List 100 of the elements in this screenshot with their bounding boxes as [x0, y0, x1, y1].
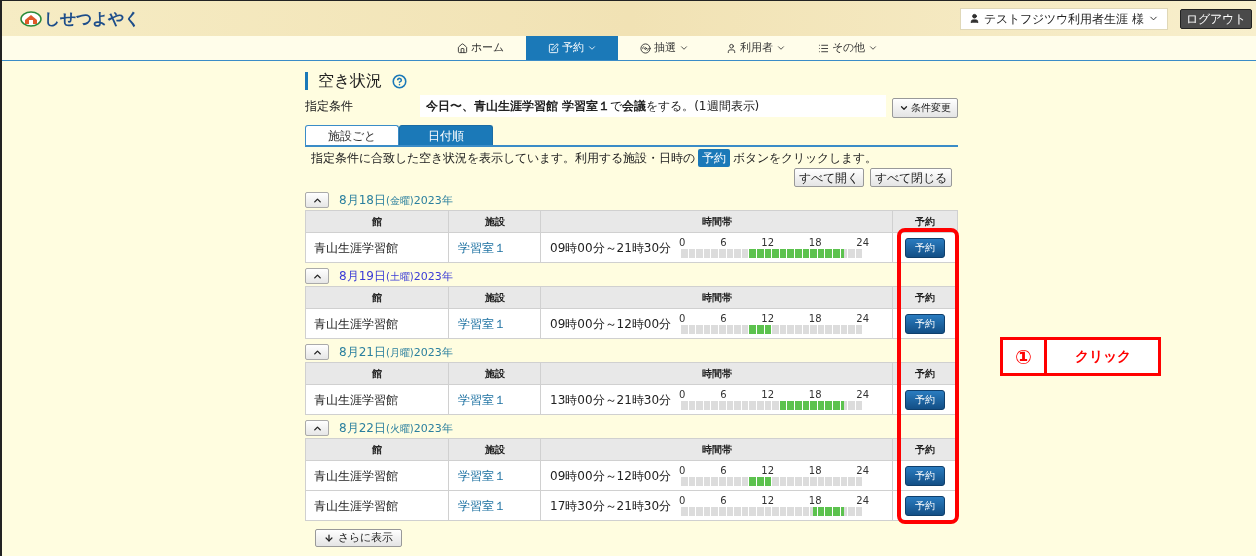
column-header: 予約	[892, 362, 958, 385]
column-header: 施設	[448, 286, 541, 309]
hour-tick-label: 6	[720, 237, 727, 248]
hour-tick-label: 18	[808, 313, 822, 324]
date-heading: 8月22日(火曜)2023年	[339, 419, 453, 437]
column-header: 予約	[892, 210, 958, 233]
hall-cell: 青山生涯学習館	[305, 384, 449, 415]
view-tab[interactable]: 施設ごと	[305, 125, 399, 145]
hour-tick-label: 0	[679, 495, 686, 506]
hour-tick-label: 18	[808, 465, 822, 476]
edit-icon	[547, 42, 559, 54]
collapse-all-button[interactable]: すべて閉じる	[870, 168, 952, 187]
step-number: ①	[1000, 337, 1047, 376]
user-icon	[969, 13, 981, 24]
user-menu[interactable]: テストフジツウ利用者生涯 様	[960, 7, 1168, 30]
hall-cell: 青山生涯学習館	[305, 232, 449, 263]
hour-tick-label: 24	[856, 389, 870, 400]
page-title: 空き状況	[318, 70, 382, 92]
column-header: 時間帯	[540, 286, 893, 309]
logo-text: しせつよやく	[44, 7, 140, 30]
time-range: 13時00分～21時30分	[550, 391, 672, 409]
column-header: 時間帯	[540, 438, 893, 461]
hall-cell: 青山生涯学習館	[305, 490, 449, 521]
help-icon[interactable]	[392, 73, 407, 89]
description-text: ボタンをクリックします。	[733, 150, 877, 167]
nav-tab[interactable]: 利用者	[710, 36, 802, 60]
hall-cell: 青山生涯学習館	[305, 308, 449, 339]
expand-all-button[interactable]: すべて開く	[794, 168, 864, 187]
column-header: 館	[305, 362, 449, 385]
change-condition-button[interactable]: 条件変更	[892, 97, 958, 118]
date-heading: 8月18日(金曜)2023年	[339, 191, 453, 209]
hour-tick-label: 6	[720, 389, 727, 400]
column-header: 施設	[448, 210, 541, 233]
collapse-toggle[interactable]	[305, 192, 329, 208]
hour-tick-label: 0	[679, 313, 686, 324]
column-header: 予約	[892, 286, 958, 309]
hour-tick-label: 24	[856, 465, 870, 476]
time-range: 17時30分～21時30分	[550, 497, 672, 515]
hour-tick-label: 18	[808, 495, 822, 506]
reserve-button[interactable]: 予約	[905, 389, 945, 410]
arrow-down-icon	[324, 533, 334, 543]
logo-icon	[20, 10, 42, 27]
description-text: 指定条件に合致した空き状況を表示しています。利用する施設・日時の	[311, 150, 695, 167]
reserve-badge: 予約	[698, 149, 730, 167]
hour-tick-label: 0	[679, 237, 686, 248]
collapse-toggle[interactable]	[305, 344, 329, 360]
nav-tab[interactable]: 予約	[526, 36, 618, 60]
hour-tick-label: 12	[761, 465, 775, 476]
hour-tick-label: 18	[808, 237, 822, 248]
hall-cell: 青山生涯学習館	[305, 460, 449, 491]
chevron-down-icon	[868, 43, 878, 53]
hour-tick-label: 6	[720, 495, 727, 506]
time-range: 09時00分～12時00分	[550, 315, 672, 333]
condition-label: 指定条件	[305, 98, 354, 115]
reserve-button[interactable]: 予約	[905, 237, 945, 258]
nav-tab[interactable]: ホーム	[434, 36, 526, 60]
chevron-down-icon	[678, 43, 689, 53]
title-accent-bar	[305, 72, 308, 90]
column-header: 施設	[448, 362, 541, 385]
view-tab[interactable]: 日付順	[399, 125, 493, 145]
show-more-button[interactable]: さらに表示	[315, 529, 402, 547]
collapse-toggle[interactable]	[305, 268, 329, 284]
collapse-toggle[interactable]	[305, 420, 329, 436]
chevron-down-icon	[586, 43, 597, 53]
chevron-down-icon	[776, 43, 786, 53]
hour-tick-label: 12	[761, 237, 775, 248]
date-heading: 8月19日(土曜)2023年	[339, 267, 453, 285]
column-header: 時間帯	[540, 210, 893, 233]
home-icon	[456, 42, 468, 54]
hour-tick-label: 6	[720, 465, 727, 476]
column-header: 時間帯	[540, 362, 893, 385]
date-heading: 8月21日(月曜)2023年	[339, 343, 453, 361]
nav-tab[interactable]: 抽選	[618, 36, 710, 60]
column-header: 施設	[448, 438, 541, 461]
hour-tick-label: 12	[761, 389, 775, 400]
column-header: 館	[305, 438, 449, 461]
hour-tick-label: 18	[808, 389, 822, 400]
hour-tick-label: 0	[679, 465, 686, 476]
time-range: 09時00分～12時00分	[550, 467, 672, 485]
callout-label: クリック	[1047, 337, 1161, 376]
nav-tab[interactable]: その他	[802, 36, 894, 60]
condition-value: 今日〜、青山生涯学習館 学習室１で会議をする。(1週間表示)	[420, 95, 886, 117]
reserve-button[interactable]: 予約	[905, 313, 945, 334]
hour-tick-label: 6	[720, 313, 727, 324]
hour-tick-label: 24	[856, 237, 870, 248]
user-icon	[726, 42, 737, 54]
column-header: 予約	[892, 438, 958, 461]
column-header: 館	[305, 210, 449, 233]
hour-tick-label: 0	[679, 389, 686, 400]
hour-tick-label: 12	[761, 313, 775, 324]
logout-button[interactable]: ログアウト	[1180, 8, 1252, 29]
list-icon	[818, 42, 829, 54]
swirl-icon	[639, 42, 651, 54]
hour-tick-label: 24	[856, 313, 870, 324]
time-range: 09時00分～21時30分	[550, 239, 672, 257]
hour-tick-label: 12	[761, 495, 775, 506]
column-header: 館	[305, 286, 449, 309]
hour-tick-label: 24	[856, 495, 870, 506]
reserve-button[interactable]: 予約	[905, 465, 945, 486]
reserve-button[interactable]: 予約	[905, 495, 945, 516]
